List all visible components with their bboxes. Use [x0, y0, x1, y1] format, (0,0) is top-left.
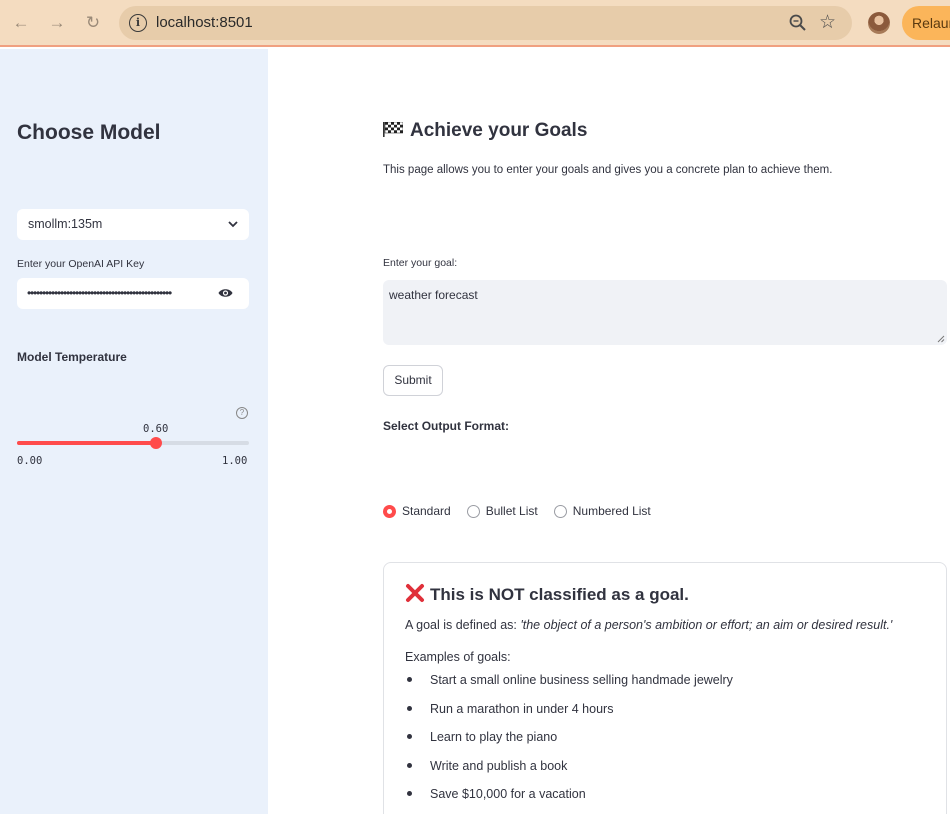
list-item: Save $10,000 for a vacation	[405, 785, 733, 814]
list-item: Write and publish a book	[405, 757, 733, 786]
result-title-text: This is NOT classified as a goal.	[430, 585, 689, 604]
list-item: Start a small online business selling ha…	[405, 671, 733, 700]
temperature-min: 0.00	[17, 455, 43, 467]
bullet-icon	[407, 791, 412, 797]
bullet-icon	[407, 705, 412, 711]
model-select[interactable]: smollm:135m	[17, 209, 249, 240]
list-item-text: Learn to play the piano	[430, 730, 558, 745]
definition-quote: 'the object of a person's ambition or ef…	[520, 618, 893, 632]
eye-icon[interactable]	[218, 287, 233, 299]
relaunch-button[interactable]: Relaun	[902, 6, 950, 40]
api-key-label: Enter your OpenAI API Key	[17, 258, 145, 270]
radio-bullet-list[interactable]: Bullet List	[466, 504, 538, 518]
result-title: This is NOT classified as a goal.	[405, 583, 689, 605]
radio-selected-icon[interactable]	[383, 504, 396, 518]
red-x-icon	[406, 584, 424, 602]
examples-label: Examples of goals:	[405, 650, 511, 664]
list-item-text: Start a small online business selling ha…	[430, 673, 733, 687]
bullet-icon	[407, 734, 412, 740]
api-key-masked-value: ••••••••••••••••••••••••••••••••••••••••…	[27, 286, 172, 300]
radio-label: Standard	[402, 504, 451, 518]
page-description: This page allows you to enter your goals…	[383, 164, 833, 176]
submit-button[interactable]: Submit	[383, 365, 443, 396]
checkered-flag-icon	[383, 122, 403, 137]
list-item-text: Save $10,000 for a vacation	[430, 787, 586, 802]
chevron-down-icon	[228, 221, 238, 228]
radio-unselected-icon[interactable]	[466, 504, 480, 518]
browser-toolbar: ← → ↻ i localhost:8501 ☆ Relaun	[0, 0, 950, 47]
list-item: Run a marathon in under 4 hours	[405, 700, 733, 729]
temperature-label: Model Temperature	[17, 350, 127, 364]
zoom-icon[interactable]	[787, 12, 809, 34]
radio-unselected-icon[interactable]	[553, 504, 567, 518]
goal-textarea-value: weather forecast	[389, 288, 478, 302]
goal-field-label: Enter your goal:	[383, 257, 458, 269]
radio-label: Numbered List	[572, 504, 651, 518]
resize-handle-icon[interactable]	[937, 335, 945, 343]
back-arrow-icon[interactable]: ←	[10, 12, 32, 34]
format-label: Select Output Format:	[383, 419, 510, 433]
page-title: Achieve your Goals	[383, 120, 587, 142]
api-key-input[interactable]: ••••••••••••••••••••••••••••••••••••••••…	[17, 278, 249, 309]
profile-avatar[interactable]	[868, 12, 890, 34]
sidebar-title: Choose Model	[17, 121, 161, 144]
forward-arrow-icon[interactable]: →	[46, 12, 68, 34]
reload-icon[interactable]: ↻	[82, 12, 104, 34]
radio-label: Bullet List	[485, 504, 538, 518]
address-bar[interactable]: i localhost:8501 ☆	[119, 6, 852, 40]
examples-list: Start a small online business selling ha…	[405, 671, 733, 814]
definition-prefix: A goal is defined as:	[405, 618, 517, 632]
temperature-slider-fill	[17, 441, 157, 445]
list-item-text: Write and publish a book	[430, 758, 568, 773]
bullet-icon	[407, 677, 412, 682]
help-icon[interactable]: ?	[236, 407, 248, 419]
page-title-text: Achieve your Goals	[410, 120, 588, 141]
site-info-icon[interactable]: i	[129, 14, 147, 32]
goal-textarea[interactable]: weather forecast	[383, 280, 947, 345]
temperature-slider-thumb[interactable]	[150, 437, 163, 449]
format-radio-group: Standard Bullet List Numbered List	[383, 504, 651, 518]
bookmark-star-icon[interactable]: ☆	[819, 11, 841, 33]
temperature-slider[interactable]	[17, 437, 249, 449]
radio-numbered-list[interactable]: Numbered List	[553, 504, 651, 518]
model-select-value: smollm:135m	[28, 217, 103, 231]
goal-definition: A goal is defined as: 'the object of a p…	[405, 618, 892, 632]
temperature-max: 1.00	[222, 455, 248, 467]
bullet-icon	[407, 762, 412, 768]
temperature-value: 0.60	[143, 423, 169, 435]
main-content: Achieve your Goals This page allows you …	[268, 49, 950, 814]
sidebar: Choose Model smollm:135m Enter your Open…	[0, 49, 268, 814]
list-item-text: Run a marathon in under 4 hours	[430, 701, 614, 716]
result-card: This is NOT classified as a goal. A goal…	[383, 562, 947, 814]
url-text[interactable]: localhost:8501	[156, 14, 253, 31]
list-item: Learn to play the piano	[405, 728, 733, 757]
radio-standard[interactable]: Standard	[383, 504, 451, 518]
